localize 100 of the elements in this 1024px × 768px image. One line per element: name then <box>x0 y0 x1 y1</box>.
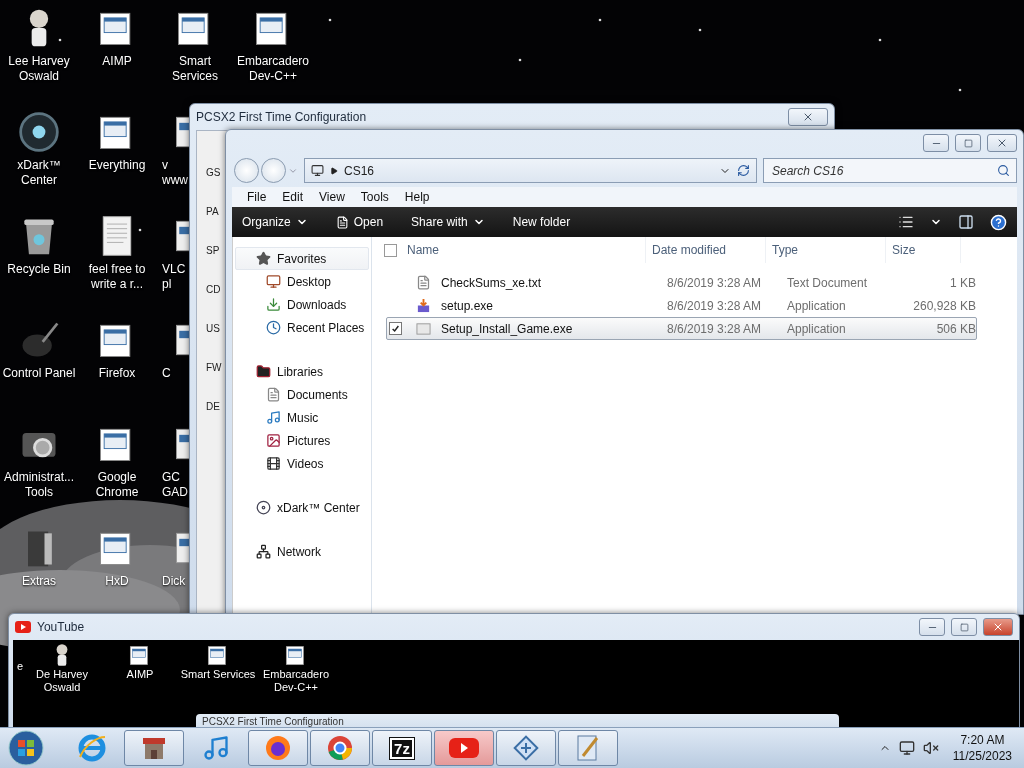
icon-label[interactable]: Everything <box>88 158 146 173</box>
nav-label[interactable]: Desktop <box>287 274 332 289</box>
icon-label[interactable]: feel free to write a r... <box>79 262 155 292</box>
nav-label[interactable]: Documents <box>287 387 348 402</box>
icon-label[interactable]: Lee Harvey Oswald <box>1 54 77 84</box>
close-icon <box>992 621 1004 633</box>
nav-item[interactable]: Music <box>235 406 369 429</box>
orb-icon[interactable] <box>17 110 61 154</box>
toolbar-button[interactable]: New folder <box>512 213 571 231</box>
close-button[interactable] <box>788 108 828 126</box>
field-label: PA <box>206 206 219 219</box>
icon-label[interactable]: Recycle Bin <box>7 262 71 277</box>
menu-item[interactable]: View <box>312 189 352 205</box>
taskbar-button[interactable] <box>496 730 556 766</box>
volume-muted-icon[interactable] <box>922 740 939 756</box>
nav-item[interactable]: Recent Places <box>235 316 369 339</box>
minimize-button[interactable] <box>919 618 945 636</box>
close-button[interactable] <box>987 134 1017 152</box>
icon-label[interactable]: VLC pl <box>162 262 189 292</box>
minimize-button[interactable] <box>923 134 949 152</box>
icon-label[interactable]: Smart Services <box>157 54 233 84</box>
file-row[interactable]: Setup_Install_Game.exe 8/6/2019 3:28 AM Application 506 KB <box>386 317 977 340</box>
file-row[interactable]: CheckSums_xe.txt 8/6/2019 3:28 AM Text Document 1 KB <box>386 271 977 294</box>
toolbar-button[interactable]: Open <box>335 213 384 231</box>
icon-label[interactable]: Embarcadero Dev-C++ <box>235 54 311 84</box>
nav-item[interactable]: Videos <box>235 452 369 475</box>
view-icon[interactable] <box>898 214 914 230</box>
select-all-checkbox[interactable] <box>384 243 397 257</box>
menu-item[interactable]: Help <box>397 189 437 205</box>
nav-label[interactable]: Libraries <box>277 364 324 379</box>
help-icon[interactable] <box>990 213 1007 231</box>
nav-item[interactable]: Pictures <box>235 429 369 452</box>
table-cell-text: 8/6/2019 3:28 AM <box>666 298 763 313</box>
toolbar-button[interactable]: Share with <box>411 213 485 231</box>
column-header[interactable]: Type <box>766 237 886 263</box>
notepad-icon <box>575 734 601 762</box>
icon-label[interactable]: Firefox <box>98 366 136 381</box>
menu-item[interactable]: Edit <box>275 189 311 205</box>
nav-item[interactable]: Network <box>235 540 369 563</box>
field-label: CD <box>206 284 221 297</box>
nav-label[interactable]: Videos <box>287 456 324 471</box>
start-button[interactable] <box>6 729 46 767</box>
firefox-icon <box>264 734 292 762</box>
close-button[interactable] <box>983 618 1013 636</box>
film-icon <box>266 456 281 471</box>
file-row[interactable]: setup.exe 8/6/2019 3:28 AM Application 260,928 KB <box>386 294 977 317</box>
nav-item[interactable]: Downloads <box>235 293 369 316</box>
icon-label[interactable]: v www <box>162 158 189 188</box>
menu-item[interactable]: Tools <box>353 189 396 205</box>
taskbar-button[interactable] <box>124 730 184 766</box>
file-name: CheckSums_xe.txt <box>440 275 542 290</box>
nav-label[interactable]: Favorites <box>277 251 327 266</box>
maximize-button[interactable] <box>955 134 981 152</box>
nav-label[interactable]: Network <box>277 544 321 559</box>
icon-label: Embarcadero Dev-C++ <box>261 668 330 694</box>
column-header[interactable]: Size <box>886 237 961 263</box>
icon-label[interactable]: C <box>162 366 171 381</box>
nav-label[interactable]: xDark™ Center <box>277 500 360 515</box>
icon-label[interactable]: GC GAD <box>162 470 189 500</box>
icon-label[interactable]: xDark™ Center <box>1 158 77 188</box>
preview-pane-icon[interactable] <box>958 214 974 230</box>
disc-icon <box>256 500 271 515</box>
icon-label[interactable]: AIMP <box>102 54 132 69</box>
taskbar-button[interactable]: 7z <box>372 730 432 766</box>
file-name: Setup_Install_Game.exe <box>440 321 573 336</box>
address-text[interactable]: CS16 <box>344 163 713 178</box>
column-header[interactable]: Date modified <box>646 237 766 263</box>
icon-label[interactable]: Google Chrome <box>79 470 155 500</box>
table-cell-text: 8/6/2019 3:28 AM <box>666 275 763 290</box>
music-icon <box>266 410 281 425</box>
maximize-icon <box>959 622 969 632</box>
icon-label[interactable]: Control Panel <box>2 366 76 381</box>
icon-label[interactable]: Administrat... Tools <box>1 470 77 500</box>
nav-label[interactable]: Pictures <box>287 433 331 448</box>
search-field[interactable]: Search CS16 <box>763 158 1017 183</box>
icon-label: Smart Services <box>180 668 256 681</box>
clock[interactable]: 7:20 AM 11/25/2023 <box>946 732 1018 764</box>
nav-label[interactable]: Music <box>287 410 319 425</box>
file-icon <box>335 215 349 229</box>
search-input[interactable]: Search CS16 <box>770 162 997 179</box>
search-icon <box>997 164 1010 177</box>
image-icon <box>266 433 281 448</box>
nav-item[interactable]: Favorites <box>235 247 369 270</box>
column-header[interactable]: Name <box>401 237 646 263</box>
refresh-icon[interactable] <box>737 164 750 177</box>
checkbox[interactable] <box>389 322 402 335</box>
maximize-button[interactable] <box>951 618 977 636</box>
nav-item[interactable]: Libraries <box>235 360 369 383</box>
nav-item[interactable]: Desktop <box>235 270 369 293</box>
nav-label[interactable]: Downloads <box>287 297 347 312</box>
nav-item[interactable]: xDark™ Center <box>235 496 369 519</box>
taskbar-button[interactable] <box>310 730 370 766</box>
toolbar-button[interactable]: Organize <box>242 213 308 231</box>
menu-item[interactable]: File <box>240 189 274 205</box>
window-title: PCSX2 First Time Configuration <box>196 110 368 124</box>
icon-label[interactable]: Dick <box>162 574 186 589</box>
nav-label[interactable]: Recent Places <box>287 320 365 335</box>
nav-item[interactable]: Documents <box>235 383 369 406</box>
taskbar-button[interactable] <box>248 730 308 766</box>
address-bar[interactable]: CS16 <box>304 158 757 183</box>
